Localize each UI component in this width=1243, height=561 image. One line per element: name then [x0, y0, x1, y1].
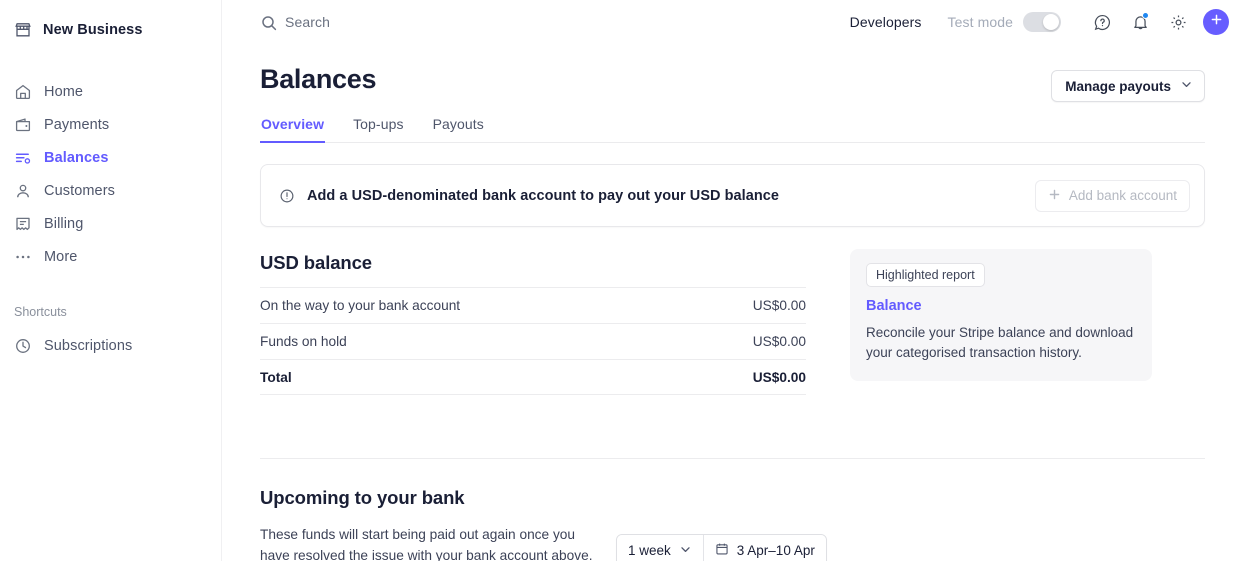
- table-row: Funds on hold US$0.00: [260, 323, 806, 359]
- page-header: Balances Manage payouts: [260, 44, 1205, 102]
- upcoming-description: These funds will start being paid out ag…: [260, 527, 593, 561]
- row-label: Total: [260, 369, 292, 385]
- sidebar-item-home[interactable]: Home: [0, 75, 221, 108]
- help-button[interactable]: [1087, 7, 1117, 37]
- home-icon: [14, 83, 32, 101]
- sidebar: New Business Home Payments Balances Cust…: [0, 0, 222, 561]
- settings-button[interactable]: [1163, 7, 1193, 37]
- page-content: Balances Manage payouts Overview Top-ups…: [222, 44, 1243, 561]
- wallet-icon: [14, 116, 32, 134]
- tab-overview[interactable]: Overview: [260, 116, 326, 143]
- upcoming-title: Upcoming to your bank: [260, 487, 465, 508]
- sidebar-item-label: Home: [44, 83, 84, 100]
- manage-payouts-button[interactable]: Manage payouts: [1051, 70, 1205, 102]
- page-title: Balances: [260, 64, 377, 94]
- chevron-down-icon: [1180, 78, 1193, 94]
- clock-icon: [14, 337, 32, 355]
- balances-icon: [14, 149, 32, 167]
- date-range-control: 1 week 3 Apr–10 Apr: [616, 534, 827, 561]
- search-placeholder: Search: [285, 14, 330, 30]
- test-mode-label: Test mode: [947, 14, 1013, 30]
- notification-badge: [1142, 12, 1149, 19]
- storefront-icon: [14, 21, 32, 39]
- sidebar-item-label: Payments: [44, 116, 110, 133]
- sidebar-item-balances[interactable]: Balances: [0, 141, 221, 174]
- upcoming-section: Upcoming to your bank These funds will s…: [260, 487, 1205, 561]
- topbar: Search Developers Test mode: [222, 0, 1243, 44]
- sidebar-item-label: Balances: [44, 149, 109, 166]
- main-area: Search Developers Test mode Balances Man…: [222, 0, 1243, 561]
- test-mode-control[interactable]: Test mode: [947, 12, 1061, 32]
- calendar-icon: [715, 542, 729, 559]
- primary-nav: Home Payments Balances Customers Billing…: [0, 75, 221, 273]
- sidebar-item-label: Subscriptions: [44, 337, 133, 354]
- bank-account-banner: Add a USD-denominated bank account to pa…: [260, 164, 1205, 227]
- row-value: US$0.00: [752, 298, 806, 313]
- sidebar-item-label: Billing: [44, 215, 84, 232]
- upcoming-text-block: Upcoming to your bank These funds will s…: [260, 487, 605, 561]
- developers-link[interactable]: Developers: [850, 14, 922, 30]
- date-range-button[interactable]: 3 Apr–10 Apr: [702, 535, 826, 561]
- ellipsis-icon: [14, 248, 32, 266]
- banner-message: Add a USD-denominated bank account to pa…: [307, 187, 779, 204]
- sidebar-item-payments[interactable]: Payments: [0, 108, 221, 141]
- row-value: US$0.00: [752, 334, 806, 349]
- sidebar-item-billing[interactable]: Billing: [0, 207, 221, 240]
- billing-icon: [14, 215, 32, 233]
- person-icon: [14, 182, 32, 200]
- table-row-total: Total US$0.00: [260, 359, 806, 395]
- period-select[interactable]: 1 week: [617, 535, 703, 561]
- usd-balance-block: USD balance On the way to your bank acco…: [260, 252, 806, 395]
- test-mode-toggle[interactable]: [1023, 12, 1061, 32]
- brand-name: New Business: [43, 22, 143, 38]
- sidebar-item-customers[interactable]: Customers: [0, 174, 221, 207]
- gear-icon: [1169, 13, 1188, 32]
- chevron-down-icon: [679, 543, 692, 559]
- shortcuts-section-label: Shortcuts: [14, 305, 67, 319]
- manage-payouts-label: Manage payouts: [1065, 78, 1171, 94]
- usd-balance-title: USD balance: [260, 252, 372, 273]
- topbar-actions: Developers Test mode: [850, 7, 1229, 37]
- row-value: US$0.00: [752, 369, 806, 385]
- row-label: Funds on hold: [260, 334, 347, 349]
- report-description: Reconcile your Stripe balance and downlo…: [866, 325, 1134, 360]
- page-tabs: Overview Top-ups Payouts: [260, 116, 1205, 143]
- search-icon: [260, 14, 277, 31]
- period-label: 1 week: [628, 543, 671, 558]
- sidebar-item-subscriptions[interactable]: Subscriptions: [0, 329, 221, 362]
- notifications-button[interactable]: [1125, 7, 1155, 37]
- add-bank-account-label: Add bank account: [1068, 188, 1177, 203]
- alert-circle-icon: [279, 188, 295, 204]
- table-row: On the way to your bank account US$0.00: [260, 287, 806, 323]
- help-circle-icon: [1093, 13, 1112, 32]
- row-label: On the way to your bank account: [260, 298, 461, 313]
- tab-top-ups[interactable]: Top-ups: [352, 116, 405, 143]
- balance-report-link[interactable]: Balance: [866, 298, 1136, 314]
- sidebar-item-label: Customers: [44, 182, 115, 199]
- status-badge: Highlighted report: [866, 263, 985, 287]
- section-divider: [260, 458, 1205, 459]
- plus-icon: [1209, 12, 1224, 32]
- balance-table: On the way to your bank account US$0.00 …: [260, 287, 806, 395]
- highlighted-report-card: Highlighted report Balance Reconcile you…: [850, 249, 1152, 381]
- balance-section: USD balance On the way to your bank acco…: [260, 249, 1205, 395]
- sidebar-item-label: More: [44, 248, 78, 265]
- date-range-label: 3 Apr–10 Apr: [736, 543, 815, 558]
- create-button[interactable]: [1203, 9, 1229, 35]
- sidebar-item-more[interactable]: More: [0, 240, 221, 273]
- toggle-knob: [1043, 14, 1059, 30]
- plus-icon: [1048, 188, 1061, 204]
- add-bank-account-button[interactable]: Add bank account: [1034, 179, 1190, 212]
- search-input[interactable]: Search: [260, 14, 330, 31]
- app-root: New Business Home Payments Balances Cust…: [0, 0, 1243, 561]
- tab-payouts[interactable]: Payouts: [432, 116, 485, 143]
- brand-account-switcher[interactable]: New Business: [0, 8, 221, 52]
